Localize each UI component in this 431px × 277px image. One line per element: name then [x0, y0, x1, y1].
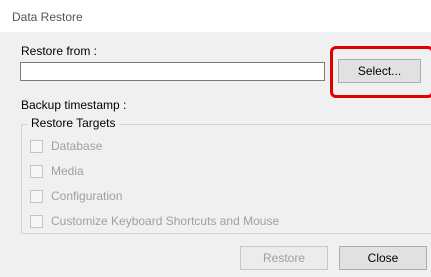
checkbox-configuration[interactable]: Configuration [30, 189, 122, 203]
checkbox-box[interactable] [30, 164, 43, 178]
select-button[interactable]: Select... [338, 59, 421, 83]
checkbox-box[interactable] [30, 214, 43, 228]
restore-button[interactable]: Restore [240, 246, 328, 270]
checkbox-box[interactable] [30, 189, 43, 203]
backup-timestamp-label: Backup timestamp : [21, 98, 127, 112]
checkbox-label: Media [51, 164, 84, 178]
checkbox-media[interactable]: Media [30, 164, 84, 178]
window-title: Data Restore [12, 10, 83, 24]
checkbox-label: Database [51, 139, 103, 153]
restore-from-label: Restore from : [21, 44, 98, 58]
checkbox-label: Customize Keyboard Shortcuts and Mouse [51, 214, 280, 228]
restore-targets-legend: Restore Targets [28, 116, 119, 130]
title-bar: Data Restore [0, 0, 431, 32]
restore-from-path-input[interactable] [20, 62, 325, 81]
checkbox-box[interactable] [30, 139, 43, 153]
checkbox-database[interactable]: Database [30, 139, 102, 153]
checkbox-label: Configuration [51, 189, 123, 203]
checkbox-customize-shortcuts[interactable]: Customize Keyboard Shortcuts and Mouse [30, 214, 279, 228]
close-button[interactable]: Close [339, 246, 427, 270]
